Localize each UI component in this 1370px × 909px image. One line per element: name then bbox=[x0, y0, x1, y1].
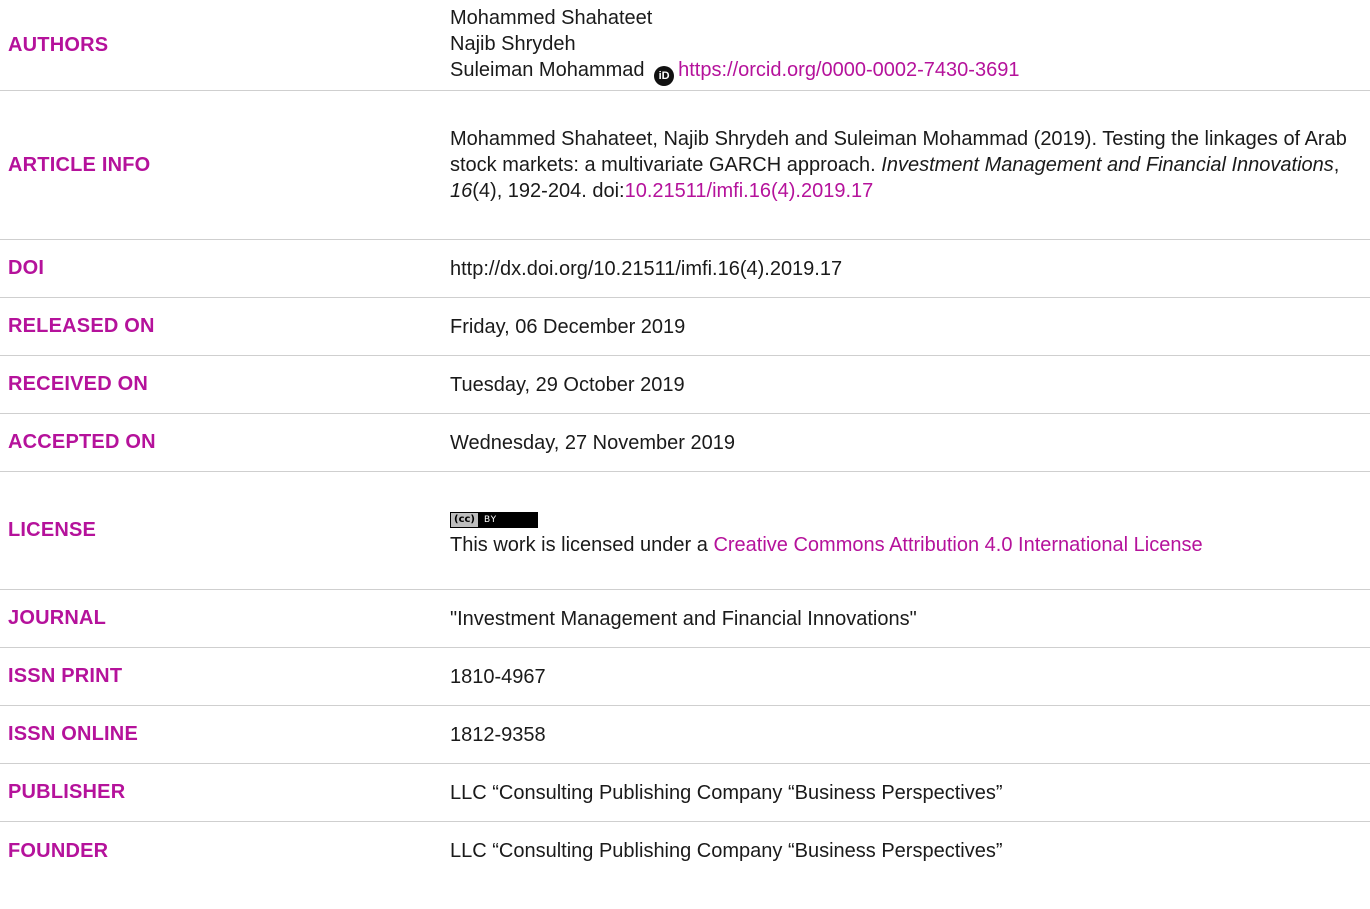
issn-print-value: 1810-4967 bbox=[450, 665, 546, 688]
article-info-row: ARTICLE INFO Mohammed Shahateet, Najib S… bbox=[0, 91, 1370, 240]
issn-print-row: ISSN PRINT 1810-4967 bbox=[0, 648, 1370, 706]
publisher-value: LLC “Consulting Publishing Company “Busi… bbox=[450, 781, 1003, 804]
publisher-label: PUBLISHER bbox=[8, 781, 126, 803]
authors-row: AUTHORS Mohammed Shahateet Najib Shrydeh… bbox=[0, 0, 1370, 91]
issn-online-row: ISSN ONLINE 1812-9358 bbox=[0, 706, 1370, 764]
issn-online-label: ISSN ONLINE bbox=[8, 723, 138, 745]
cc-by-badge-icon[interactable]: (cc) BY bbox=[450, 512, 538, 528]
author-name: Mohammed Shahateet bbox=[450, 6, 653, 29]
author-name: Najib Shrydeh bbox=[450, 32, 576, 55]
received-on-label: RECEIVED ON bbox=[8, 373, 149, 395]
founder-value: LLC “Consulting Publishing Company “Busi… bbox=[450, 840, 1003, 862]
article-citation: Mohammed Shahateet, Najib Shrydeh and Su… bbox=[450, 126, 1370, 204]
orcid-icon[interactable]: iD bbox=[654, 65, 675, 86]
journal-label: JOURNAL bbox=[8, 607, 107, 629]
citation-volume: 16 bbox=[450, 180, 473, 202]
cc-badge-right: BY bbox=[484, 515, 498, 525]
issn-print-label: ISSN PRINT bbox=[8, 665, 123, 687]
received-on-row: RECEIVED ON Tuesday, 29 October 2019 bbox=[0, 356, 1370, 414]
article-info-label: ARTICLE INFO bbox=[8, 153, 151, 176]
publisher-row: PUBLISHER LLC “Consulting Publishing Com… bbox=[0, 764, 1370, 822]
issn-online-value: 1812-9358 bbox=[450, 723, 546, 746]
author-name: Suleiman Mohammad bbox=[450, 58, 645, 81]
citation-doi-prefix: doi: bbox=[592, 180, 625, 202]
license-value: (cc) BY This work is licensed under a Cr… bbox=[450, 503, 1370, 558]
cc-badge-left: (cc) bbox=[451, 513, 479, 527]
citation-doi-link[interactable]: 10.21511/imfi.16(4).2019.17 bbox=[625, 180, 874, 202]
doi-row: DOI http://dx.doi.org/10.21511/imfi.16(4… bbox=[0, 240, 1370, 298]
doi-value: http://dx.doi.org/10.21511/imfi.16(4).20… bbox=[450, 257, 843, 280]
journal-value: "Investment Management and Financial Inn… bbox=[450, 607, 917, 630]
journal-row: JOURNAL "Investment Management and Finan… bbox=[0, 590, 1370, 648]
author-with-orcid: Suleiman Mohammad iD https://orcid.org/00… bbox=[450, 57, 1350, 86]
license-text: This work is licensed under a Creative C… bbox=[450, 532, 1350, 558]
released-on-row: RELEASED ON Friday, 06 December 2019 bbox=[0, 298, 1370, 356]
released-on-value: Friday, 06 December 2019 bbox=[450, 315, 686, 338]
orcid-link[interactable]: https://orcid.org/0000-0002-7430-3691 bbox=[678, 59, 1019, 81]
authors-value: Mohammed Shahateet Najib Shrydeh Suleima… bbox=[450, 5, 1370, 86]
accepted-on-value: Wednesday, 27 November 2019 bbox=[450, 431, 735, 454]
citation-comma: , bbox=[1333, 154, 1340, 176]
accepted-on-label: ACCEPTED ON bbox=[8, 431, 156, 453]
license-prefix: This work is licensed under a bbox=[450, 534, 714, 556]
license-link[interactable]: Creative Commons Attribution 4.0 Interna… bbox=[713, 534, 1202, 556]
citation-journal: Investment Management and Financial Inno… bbox=[881, 154, 1334, 176]
license-row: LICENSE (cc) BY This work is licensed un… bbox=[0, 472, 1370, 590]
founder-label: FOUNDER bbox=[8, 839, 109, 862]
license-label: LICENSE bbox=[8, 519, 97, 541]
founder-row: FOUNDER LLC “Consulting Publishing Compa… bbox=[0, 822, 1370, 880]
authors-label: AUTHORS bbox=[8, 33, 109, 56]
doi-label: DOI bbox=[8, 257, 45, 279]
article-info-table: AUTHORS Mohammed Shahateet Najib Shrydeh… bbox=[0, 0, 1370, 880]
received-on-value: Tuesday, 29 October 2019 bbox=[450, 373, 685, 396]
citation-issue-pages: (4), 192-204. bbox=[472, 180, 587, 202]
released-on-label: RELEASED ON bbox=[8, 315, 155, 337]
accepted-on-row: ACCEPTED ON Wednesday, 27 November 2019 bbox=[0, 414, 1370, 472]
